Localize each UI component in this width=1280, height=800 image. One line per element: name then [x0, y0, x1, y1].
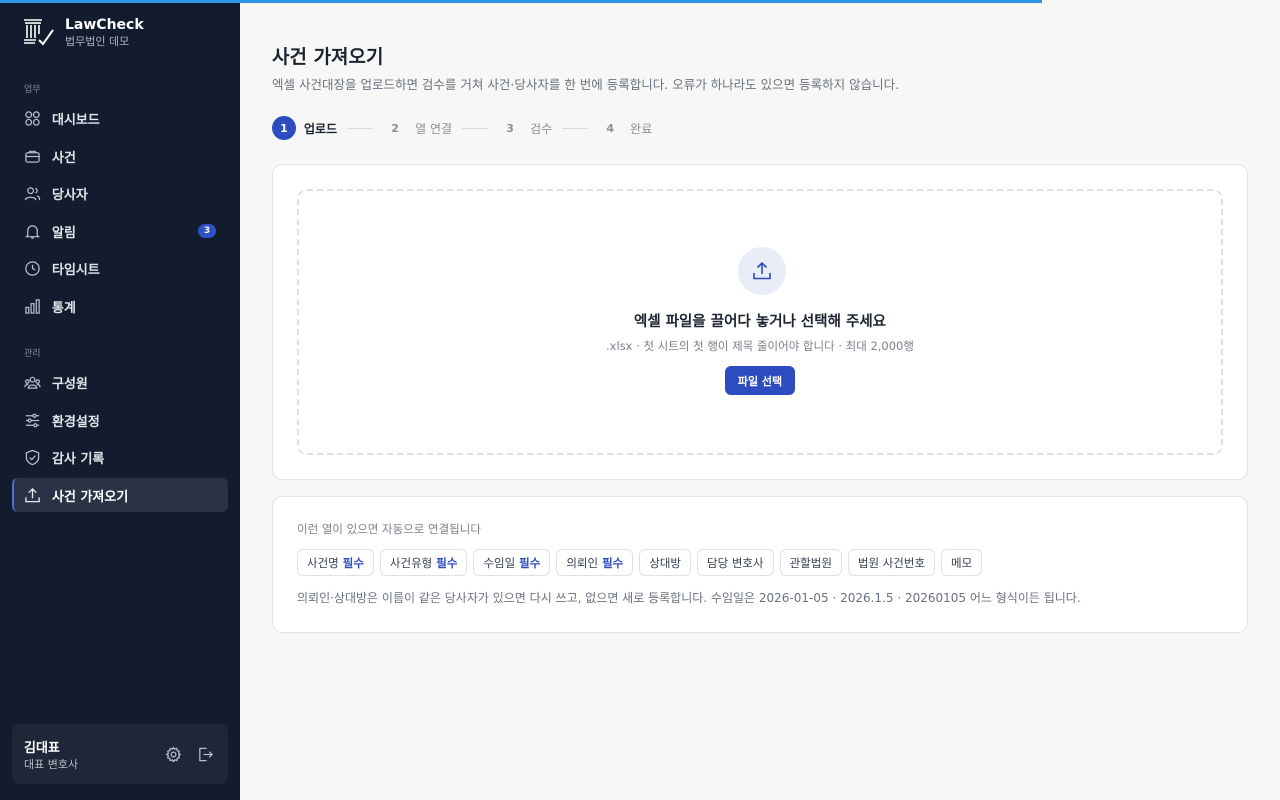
user-role: 대표 변호사: [24, 758, 79, 771]
auto-mapping-note: 의뢰인·상대방은 이름이 같은 당사자가 있으면 다시 쓰고, 없으면 새로 등…: [297, 591, 1081, 605]
column-chip: 담당 변호사: [697, 549, 774, 576]
page-title: 사건 가져오기: [272, 46, 384, 68]
step-connector: [462, 127, 489, 129]
column-chip: 상대방: [639, 549, 692, 576]
bar-chart-icon: [24, 298, 41, 315]
sidebar-item-members[interactable]: 구성원: [12, 365, 228, 399]
sidebar-item-statistics[interactable]: 통계: [12, 289, 228, 323]
sidebar-item-dashboard[interactable]: 대시보드: [12, 101, 228, 135]
briefcase-icon: [24, 148, 41, 165]
sidebar-item-import-cases[interactable]: 사건 가져오기: [12, 478, 228, 512]
top-progress-bar: [0, 0, 1042, 3]
sidebar-item-label: 당사자: [52, 187, 88, 203]
sidebar-item-label: 사건 가져오기: [52, 489, 129, 505]
users-icon: [24, 185, 41, 202]
column-chip: 관할법원: [779, 549, 842, 576]
page-description: 엑셀 사건대장을 업로드하면 검수를 거쳐 사건·당사자를 한 번에 등록합니다…: [272, 77, 900, 92]
sidebar-item-label: 타임시트: [52, 262, 100, 278]
column-chips: 사건명 필수 사건유형 필수 수임일 필수 의뢰인 필수 상대방 담당 변호사 관할법원…: [297, 549, 988, 576]
shield-check-icon: [24, 449, 41, 466]
chip-label: 의뢰인: [566, 555, 599, 570]
chip-label: 사건유형: [389, 555, 433, 570]
step-label: 열 연결: [415, 121, 453, 136]
step-column-mapping: 2 열 연결: [383, 116, 452, 140]
main-content: 사건 가져오기 엑셀 사건대장을 업로드하면 검수를 거쳐 사건·당사자를 한 …: [240, 0, 1280, 800]
stepper: 1 업로드 2 열 연결 3 검수 4 완료: [272, 116, 652, 140]
sidebar-item-label: 감사 기록: [52, 451, 105, 467]
sidebar-item-settings[interactable]: 환경설정: [12, 403, 228, 437]
sidebar-item-label: 대시보드: [52, 112, 100, 128]
step-upload: 1 업로드: [272, 116, 337, 140]
clock-icon: [24, 260, 41, 277]
dropzone-subtitle: .xlsx · 첫 시트의 첫 행이 제목 줄이어야 합니다 · 최대 2,00…: [606, 339, 914, 353]
chip-label: 상대방: [649, 555, 682, 570]
sidebar-item-label: 구성원: [52, 376, 88, 392]
sidebar-item-label: 환경설정: [52, 414, 100, 430]
notification-count-badge: 3: [198, 224, 216, 238]
bell-icon: [24, 223, 41, 240]
brand-name: LawCheck: [65, 17, 144, 33]
step-number: 3: [506, 121, 514, 135]
grid-icon: [24, 110, 41, 127]
step-complete: 4 완료: [598, 116, 652, 140]
chip-label: 관할법원: [789, 555, 832, 570]
step-label: 완료: [630, 121, 653, 136]
step-number: 4: [606, 121, 614, 135]
team-icon: [24, 374, 41, 391]
sidebar-item-label: 알림: [52, 225, 76, 241]
chip-label: 사건명: [307, 555, 339, 570]
logout-icon[interactable]: [197, 746, 214, 763]
user-name: 김대표: [24, 741, 60, 756]
chip-label: 메모: [951, 555, 973, 570]
brand-subtitle: 법무법인 데모: [65, 35, 130, 48]
column-chip: 메모: [941, 549, 983, 576]
step-label: 업로드: [304, 121, 338, 136]
file-dropzone[interactable]: 엑셀 파일을 끌어다 놓거나 선택해 주세요 .xlsx · 첫 시트의 첫 행…: [297, 189, 1223, 455]
sidebar-item-label: 사건: [52, 150, 76, 166]
chip-label: 법원 사건번호: [857, 555, 926, 570]
sidebar-item-timesheet[interactable]: 타임시트: [12, 251, 228, 285]
section-label-work: 업무: [24, 85, 41, 95]
dropzone-title: 엑셀 파일을 끌어다 놓거나 선택해 주세요: [633, 314, 887, 330]
upload-icon: [738, 247, 786, 295]
column-chip: 수임일 필수: [473, 549, 551, 576]
sidebar-item-notifications[interactable]: 알림 3: [12, 214, 228, 248]
step-connector: [347, 127, 374, 129]
step-number: 2: [391, 121, 399, 135]
sliders-icon: [24, 412, 41, 429]
section-label-admin: 관리: [24, 349, 41, 359]
brand[interactable]: LawCheck 법무법인 데모: [22, 16, 144, 49]
sidebar: LawCheck 법무법인 데모 업무 대시보드 사건 당사자 알림 3 타임시…: [0, 0, 240, 800]
user-card: 김대표 대표 변호사: [12, 724, 228, 784]
auto-mapping-card: 이런 열이 있으면 자동으로 연결됩니다 사건명 필수 사건유형 필수 수임일 필수 …: [272, 496, 1248, 633]
sidebar-item-audit-log[interactable]: 감사 기록: [12, 440, 228, 474]
column-chip: 사건유형 필수: [379, 549, 468, 576]
column-chip: 의뢰인 필수: [556, 549, 634, 576]
sidebar-item-label: 통계: [52, 300, 76, 316]
step-connector: [562, 127, 589, 129]
gear-icon[interactable]: [165, 746, 182, 763]
upload-card: 엑셀 파일을 끌어다 놓거나 선택해 주세요 .xlsx · 첫 시트의 첫 행…: [272, 164, 1248, 480]
step-label: 검수: [530, 121, 553, 136]
select-file-button[interactable]: 파일 선택: [725, 366, 795, 395]
column-chip: 사건명 필수: [297, 549, 374, 576]
sidebar-item-cases[interactable]: 사건: [12, 139, 228, 173]
auto-mapping-title: 이런 열이 있으면 자동으로 연결됩니다: [297, 522, 481, 536]
step-review: 3 검수: [498, 116, 552, 140]
required-tag: 필수: [602, 555, 624, 570]
required-tag: 필수: [436, 555, 458, 570]
upload-icon: [24, 487, 41, 504]
required-tag: 필수: [519, 555, 541, 570]
chip-label: 담당 변호사: [707, 555, 764, 570]
courthouse-check-logo-icon: [24, 19, 54, 46]
chip-label: 수임일: [483, 555, 516, 570]
sidebar-item-parties[interactable]: 당사자: [12, 176, 228, 210]
step-number: 1: [272, 116, 296, 140]
column-chip: 법원 사건번호: [847, 549, 936, 576]
required-tag: 필수: [342, 555, 364, 570]
